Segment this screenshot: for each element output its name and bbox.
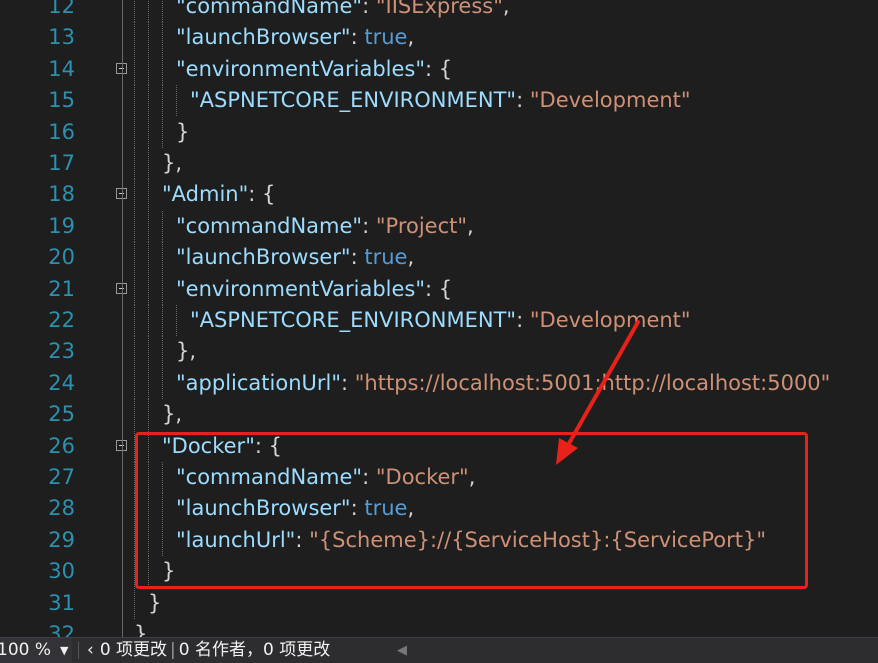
arrow-shaft <box>565 320 640 449</box>
authors-count: 0 名作者，0 项更改 <box>178 640 331 660</box>
changes-indicator[interactable]: ‹ 0 项更改 | 0 名作者，0 项更改 <box>87 638 330 663</box>
chevron-left-icon[interactable]: ‹ <box>87 640 94 660</box>
zoom-control[interactable]: 100 % ▼ <box>0 638 72 663</box>
status-bar: 100 % ▼ ‹ 0 项更改 | 0 名作者，0 项更改 ◀ <box>0 637 878 663</box>
changes-count: 0 项更改 <box>99 640 168 660</box>
zoom-value: 100 % <box>0 640 52 660</box>
dropdown-arrow-icon[interactable]: ▼ <box>60 638 68 663</box>
arrow-head <box>556 438 578 465</box>
changes-separator: | <box>170 640 176 660</box>
code-editor[interactable]: 12 "commandName": "IISExpress", 13 "launchB… <box>0 0 878 637</box>
scroll-left-icon[interactable]: ◀ <box>397 638 407 663</box>
status-divider <box>78 642 79 659</box>
annotation-arrow <box>556 320 640 465</box>
